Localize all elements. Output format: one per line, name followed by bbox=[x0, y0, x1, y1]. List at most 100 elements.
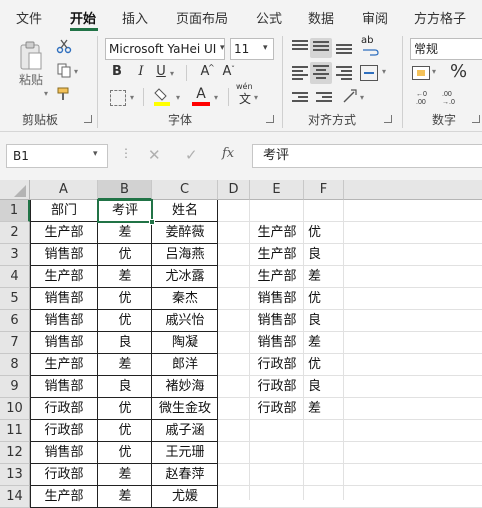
fill-color-dropdown-arrow[interactable]: ▾ bbox=[176, 88, 180, 108]
table-cell[interactable]: 差 bbox=[98, 266, 152, 288]
table-cell[interactable]: 生产部 bbox=[30, 486, 98, 508]
phonetic-guide-top[interactable]: wén bbox=[236, 82, 253, 92]
table-cell[interactable]: 褚妙海 bbox=[152, 376, 218, 398]
borders-icon[interactable] bbox=[110, 90, 126, 106]
increase-decimal-icon[interactable]: ←0.00 bbox=[412, 88, 436, 106]
lookup-dept-cell[interactable]: 生产部 bbox=[250, 266, 304, 288]
paste-button[interactable]: 粘贴 bbox=[16, 70, 46, 90]
table-cell[interactable]: 秦杰 bbox=[152, 288, 218, 310]
wrap-text-icon[interactable]: ab bbox=[361, 35, 379, 56]
lookup-grade-cell[interactable]: 良 bbox=[304, 244, 344, 266]
align-bottom-icon[interactable] bbox=[336, 44, 352, 58]
table-cell[interactable]: 销售部 bbox=[30, 376, 98, 398]
tab-formulas[interactable]: 公式 bbox=[256, 8, 282, 27]
lookup-dept-cell[interactable]: 行政部 bbox=[250, 376, 304, 398]
clipboard-launcher-icon[interactable] bbox=[84, 115, 92, 123]
lookup-grade-cell[interactable]: 优 bbox=[304, 354, 344, 376]
lookup-grade-cell[interactable]: 优 bbox=[304, 222, 344, 244]
column-header-b[interactable]: B bbox=[98, 180, 152, 200]
row-header[interactable]: 7 bbox=[0, 332, 30, 354]
table-cell[interactable]: 戚兴怡 bbox=[152, 310, 218, 332]
table-cell[interactable]: 优 bbox=[98, 442, 152, 464]
lookup-dept-cell[interactable]: 行政部 bbox=[250, 354, 304, 376]
phonetic-dropdown-arrow[interactable]: ▾ bbox=[254, 88, 258, 108]
lookup-grade-cell[interactable]: 差 bbox=[304, 332, 344, 354]
cut-icon[interactable] bbox=[56, 38, 72, 54]
orientation-dropdown-arrow[interactable]: ▾ bbox=[360, 88, 364, 108]
name-box-chevron-down-icon[interactable]: ▾ bbox=[93, 149, 98, 159]
row-header[interactable]: 1 bbox=[0, 200, 30, 222]
table-cell[interactable]: 微生金玫 bbox=[152, 398, 218, 420]
table-cell[interactable]: 优 bbox=[98, 288, 152, 310]
row-header[interactable]: 5 bbox=[0, 288, 30, 310]
table-cell[interactable]: 赵春萍 bbox=[152, 464, 218, 486]
lookup-dept-cell[interactable]: 销售部 bbox=[250, 332, 304, 354]
underline-dropdown-arrow[interactable]: ▾ bbox=[170, 64, 174, 84]
row-header[interactable]: 4 bbox=[0, 266, 30, 288]
tab-file[interactable]: 文件 bbox=[16, 8, 42, 27]
header-cell[interactable]: 部门 bbox=[30, 200, 98, 222]
alignment-launcher-icon[interactable] bbox=[384, 115, 392, 123]
accounting-format-icon[interactable] bbox=[412, 66, 430, 80]
tab-page-layout[interactable]: 页面布局 bbox=[176, 8, 228, 27]
row-header[interactable]: 14 bbox=[0, 486, 30, 508]
paste-icon[interactable] bbox=[18, 40, 44, 74]
table-cell[interactable]: 尤媛 bbox=[152, 486, 218, 508]
confirm-entry-icon[interactable]: ✓ bbox=[185, 146, 198, 164]
font-size-chevron-down-icon[interactable]: ▾ bbox=[263, 43, 268, 53]
align-left-icon[interactable] bbox=[292, 66, 308, 80]
font-color-dropdown-arrow[interactable]: ▾ bbox=[214, 88, 218, 108]
bold-button[interactable]: B bbox=[110, 62, 124, 82]
row-header[interactable]: 13 bbox=[0, 464, 30, 486]
phonetic-guide-button[interactable]: 文 bbox=[239, 92, 251, 106]
table-cell[interactable]: 销售部 bbox=[30, 288, 98, 310]
percent-style-button[interactable]: % bbox=[450, 60, 467, 84]
decrease-indent-icon[interactable] bbox=[292, 92, 308, 106]
table-cell[interactable]: 销售部 bbox=[30, 442, 98, 464]
table-cell[interactable]: 王元珊 bbox=[152, 442, 218, 464]
lookup-dept-cell[interactable]: 销售部 bbox=[250, 310, 304, 332]
table-cell[interactable]: 生产部 bbox=[30, 266, 98, 288]
column-header-a[interactable]: A bbox=[30, 180, 98, 200]
table-cell[interactable]: 行政部 bbox=[30, 464, 98, 486]
lookup-dept-cell[interactable]: 生产部 bbox=[250, 222, 304, 244]
align-center-icon[interactable] bbox=[310, 62, 332, 84]
table-cell[interactable]: 行政部 bbox=[30, 420, 98, 442]
table-cell[interactable]: 良 bbox=[98, 332, 152, 354]
table-cell[interactable]: 差 bbox=[98, 354, 152, 376]
column-header-e[interactable]: E bbox=[250, 180, 304, 200]
format-painter-icon[interactable] bbox=[56, 86, 72, 102]
column-header-c[interactable]: C bbox=[152, 180, 218, 200]
column-header-f[interactable]: F bbox=[304, 180, 344, 200]
italic-button[interactable]: I bbox=[134, 62, 148, 82]
decrease-decimal-icon[interactable]: .00 →.0 bbox=[440, 88, 464, 106]
lookup-dept-cell[interactable]: 销售部 bbox=[250, 288, 304, 310]
lookup-grade-cell[interactable]: 优 bbox=[304, 288, 344, 310]
insert-function-button[interactable]: fx bbox=[222, 146, 234, 161]
font-launcher-icon[interactable] bbox=[266, 115, 274, 123]
table-cell[interactable]: 差 bbox=[98, 222, 152, 244]
borders-dropdown-arrow[interactable]: ▾ bbox=[130, 88, 134, 108]
row-header[interactable]: 10 bbox=[0, 398, 30, 420]
align-middle-icon[interactable] bbox=[310, 38, 332, 58]
number-format-dropdown[interactable]: 常规 bbox=[410, 38, 482, 60]
lookup-grade-cell[interactable]: 良 bbox=[304, 310, 344, 332]
font-name-chevron-down-icon[interactable]: ▾ bbox=[220, 43, 225, 53]
increase-indent-icon[interactable] bbox=[316, 92, 332, 106]
table-cell[interactable]: 姜醉薇 bbox=[152, 222, 218, 244]
lookup-grade-cell[interactable]: 良 bbox=[304, 376, 344, 398]
copy-dropdown-arrow[interactable]: ▾ bbox=[74, 62, 78, 82]
font-name-dropdown[interactable]: Microsoft YaHei UI bbox=[105, 38, 225, 60]
table-cell[interactable]: 行政部 bbox=[30, 398, 98, 420]
accounting-dropdown-arrow[interactable]: ▾ bbox=[432, 62, 436, 82]
header-cell[interactable]: 姓名 bbox=[152, 200, 218, 222]
row-header[interactable]: 2 bbox=[0, 222, 30, 244]
merge-dropdown-arrow[interactable]: ▾ bbox=[382, 62, 386, 82]
tab-home[interactable]: 开始 bbox=[70, 8, 96, 27]
table-cell[interactable]: 生产部 bbox=[30, 222, 98, 244]
table-cell[interactable]: 优 bbox=[98, 398, 152, 420]
fill-color-icon[interactable] bbox=[152, 86, 172, 108]
table-cell[interactable]: 郎洋 bbox=[152, 354, 218, 376]
select-all-corner[interactable] bbox=[0, 180, 30, 200]
row-header[interactable]: 6 bbox=[0, 310, 30, 332]
